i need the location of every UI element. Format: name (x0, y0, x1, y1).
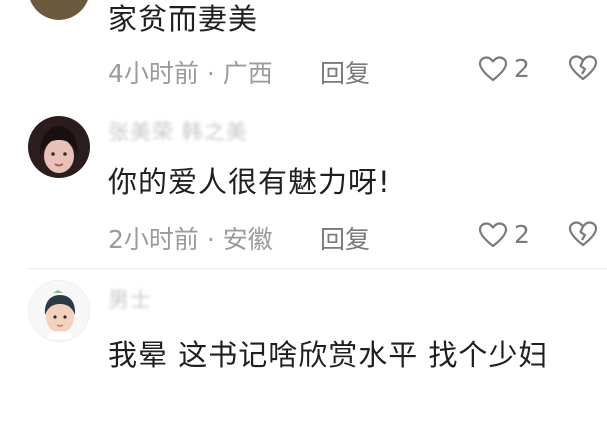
dislike-button[interactable] (568, 220, 598, 252)
avatar[interactable] (28, 280, 90, 342)
comment-time: 2小时前 (108, 225, 199, 254)
comment-location: 广西 (222, 59, 273, 88)
comment-meta: 4小时前 · 广西 (108, 54, 273, 90)
meta-separator: · (198, 225, 223, 254)
reply-button[interactable]: 回复 (320, 220, 370, 256)
like-button[interactable]: 2 (478, 220, 530, 249)
reply-button[interactable]: 回复 (320, 54, 370, 90)
username[interactable]: 张美荣 韩之美 (108, 116, 248, 146)
like-button[interactable]: 2 (478, 54, 530, 83)
avatar[interactable] (28, 116, 90, 178)
username[interactable]: 男士 (108, 284, 152, 314)
comment-text: 你的爱人很有魅力呀! (108, 165, 391, 199)
heart-icon (478, 221, 508, 247)
like-count: 2 (514, 220, 530, 249)
comment-time: 4小时前 (108, 59, 199, 88)
comment-location: 安徽 (222, 225, 273, 254)
comment-text: 我晕 这书记啥欣赏水平 找个少妇 (108, 338, 549, 372)
comment-meta: 2小时前 · 安徽 (108, 220, 273, 256)
meta-separator: · (198, 59, 223, 88)
broken-heart-icon (568, 55, 598, 81)
heart-icon (478, 55, 508, 81)
dislike-button[interactable] (568, 54, 598, 86)
broken-heart-icon (568, 221, 598, 247)
avatar[interactable] (28, 0, 90, 20)
comment-text: 家贫而妻美 (108, 2, 259, 36)
like-count: 2 (514, 54, 530, 83)
comment-divider (28, 268, 607, 269)
